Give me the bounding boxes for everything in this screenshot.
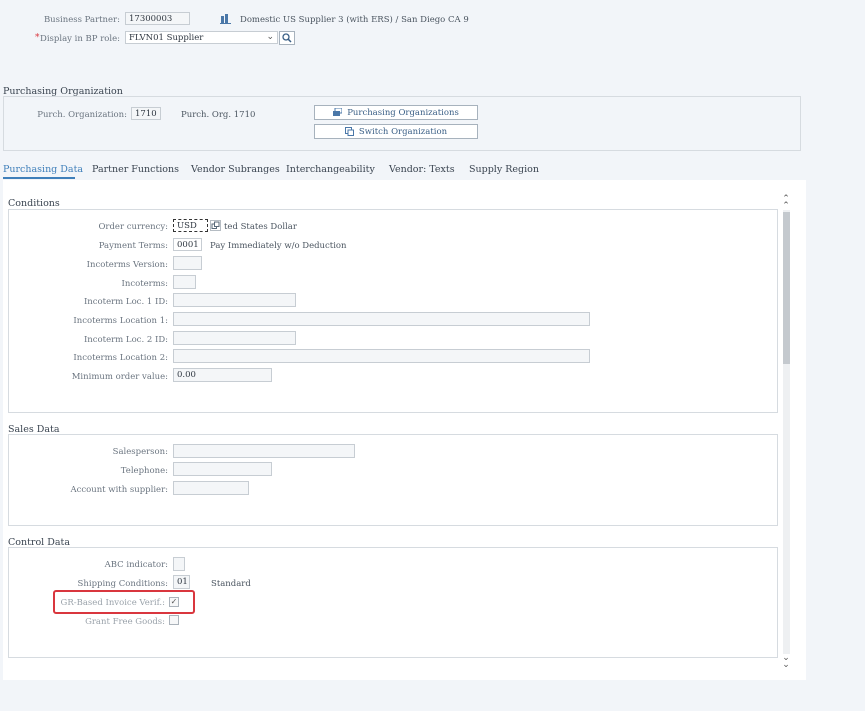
- switch-icon: [344, 127, 354, 136]
- purchasing-organizations-label: Purchasing Organizations: [347, 107, 459, 118]
- order-currency-label: Order currency:: [98, 222, 168, 232]
- chevron-down-icon[interactable]: ⌄: [266, 32, 274, 42]
- purch-org-field[interactable]: 1710: [131, 107, 161, 120]
- business-partner-description: Domestic US Supplier 3 (with ERS) / San …: [240, 15, 469, 25]
- account-with-supplier-label: Account with supplier:: [70, 485, 168, 495]
- bp-role-label: Display in BP role:: [40, 34, 120, 44]
- shipping-conditions-field[interactable]: 01: [173, 575, 190, 589]
- tab-supply-region[interactable]: Supply Region: [469, 164, 539, 175]
- purchasing-organizations-button[interactable]: Purchasing Organizations: [314, 105, 478, 120]
- tab-partner-functions[interactable]: Partner Functions: [92, 164, 179, 175]
- abc-indicator-field[interactable]: [173, 557, 185, 571]
- minimum-order-value-label: Minimum order value:: [71, 372, 168, 382]
- scroll-up-icon[interactable]: ⌃ ⌃: [781, 195, 791, 211]
- telephone-label: Telephone:: [120, 466, 168, 476]
- abc-indicator-label: ABC indicator:: [104, 560, 168, 570]
- incoterms-label: Incoterms:: [121, 279, 168, 289]
- incoterms-version-field[interactable]: [173, 256, 202, 270]
- telephone-field[interactable]: [173, 462, 272, 476]
- account-with-supplier-field[interactable]: [173, 481, 249, 495]
- conditions-section-title: Conditions: [8, 198, 60, 209]
- payment-terms-field[interactable]: 0001: [173, 238, 202, 251]
- org-list-icon: [333, 107, 343, 117]
- incoterms-location2-field[interactable]: [173, 349, 590, 363]
- salesperson-label: Salesperson:: [112, 447, 168, 457]
- shipping-conditions-label: Shipping Conditions:: [77, 579, 168, 589]
- business-partner-label: Business Partner:: [43, 15, 120, 25]
- incoterms-location2-label: Incoterms Location 2:: [73, 353, 168, 363]
- gr-based-invoice-verif-checkbox[interactable]: ✓: [169, 597, 179, 607]
- grant-free-goods-checkbox[interactable]: [169, 615, 179, 625]
- bp-role-select[interactable]: FLVN01 Supplier ⌄: [125, 31, 278, 44]
- salesperson-field[interactable]: [173, 444, 355, 458]
- tab-interchangeability[interactable]: Interchangeability: [286, 164, 375, 175]
- minimum-order-value-field[interactable]: 0.00: [173, 368, 272, 382]
- incoterm-loc2-id-label: Incoterm Loc. 2 ID:: [83, 335, 168, 345]
- incoterm-loc2-id-field[interactable]: [173, 331, 296, 345]
- order-currency-description: ted States Dollar: [224, 222, 297, 232]
- scrollbar-thumb[interactable]: [783, 212, 790, 364]
- incoterms-location1-field[interactable]: [173, 312, 590, 326]
- switch-organization-label: Switch Organization: [358, 126, 448, 137]
- payment-terms-description: Pay Immediately w/o Deduction: [210, 241, 347, 251]
- grant-free-goods-label: Grant Free Goods:: [85, 617, 165, 627]
- payment-terms-label: Payment Terms:: [98, 241, 168, 251]
- switch-organization-button[interactable]: Switch Organization: [314, 124, 478, 139]
- partner-org-icon[interactable]: [220, 13, 231, 24]
- purch-org-description: Purch. Org. 1710: [181, 110, 256, 120]
- shipping-conditions-description: Standard: [211, 579, 251, 589]
- conditions-group: [8, 209, 778, 413]
- business-partner-field[interactable]: 17300003: [125, 12, 190, 25]
- tab-purchasing-data[interactable]: Purchasing Data: [3, 164, 83, 175]
- tab-vendor-texts[interactable]: Vendor: Texts: [389, 164, 455, 175]
- value-help-icon[interactable]: [210, 220, 221, 231]
- incoterm-loc1-id-label: Incoterm Loc. 1 ID:: [83, 297, 168, 307]
- scroll-down-icon[interactable]: ⌄ ⌄: [781, 654, 791, 670]
- incoterms-field[interactable]: [173, 275, 196, 289]
- gr-based-invoice-verif-label: GR-Based Invoice Verif.:: [60, 598, 165, 608]
- bp-role-value: FLVN01 Supplier: [129, 33, 204, 43]
- incoterms-location1-label: Incoterms Location 1:: [73, 316, 168, 326]
- purch-org-label: Purch. Organization:: [37, 110, 127, 120]
- search-icon[interactable]: [279, 31, 295, 45]
- tab-vendor-subranges[interactable]: Vendor Subranges: [191, 164, 280, 175]
- incoterm-loc1-id-field[interactable]: [173, 293, 296, 307]
- incoterms-version-label: Incoterms Version:: [86, 260, 168, 270]
- order-currency-field[interactable]: USD: [173, 219, 208, 232]
- active-tab-indicator: [3, 177, 75, 179]
